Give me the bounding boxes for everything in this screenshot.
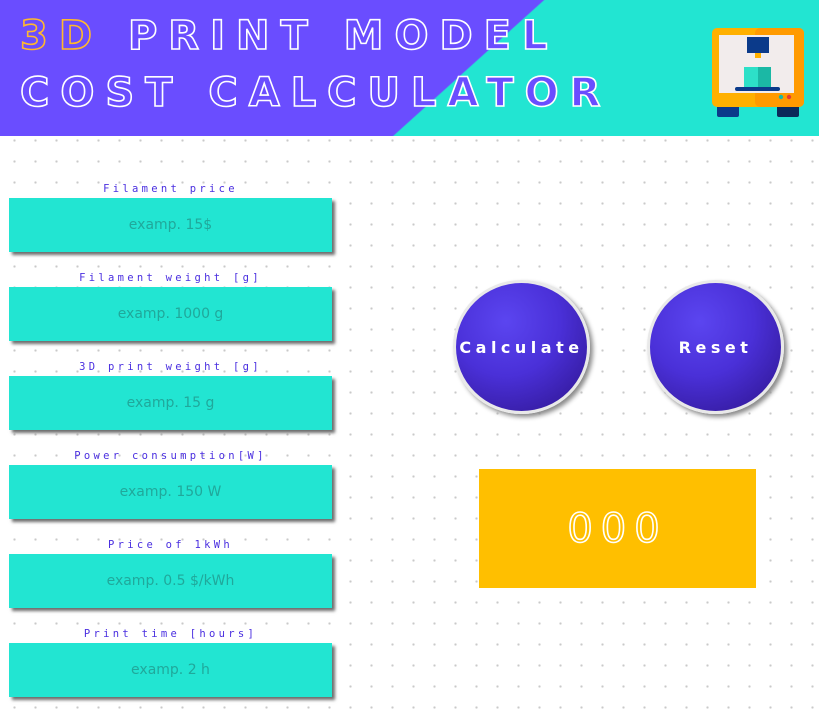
header-banner: 3D print model cost calculator: [0, 0, 819, 136]
result-panel: 000: [479, 469, 756, 588]
calculate-button[interactable]: Calculate: [453, 280, 590, 414]
filament-price-input[interactable]: [9, 198, 332, 252]
result-value: 000: [567, 505, 668, 553]
power-consumption-label: Power consumption[W]: [74, 450, 267, 462]
print-time-label: Print time [hours]: [83, 628, 258, 640]
filament-weight-input[interactable]: [9, 287, 332, 341]
filament-price-label: Filament price: [103, 183, 238, 195]
power-consumption-input[interactable]: [9, 465, 332, 519]
print-weight-label: 3D print weight [g]: [79, 361, 262, 373]
filament-weight-label: Filament weight [g]: [79, 272, 262, 284]
page-title-rest: print model cost calculator: [19, 12, 612, 117]
page-title-accent: 3D: [19, 12, 104, 60]
kwh-price-label: Price of 1kWh: [107, 539, 234, 551]
page-title: 3D print model cost calculator: [19, 8, 660, 122]
kwh-price-input[interactable]: [9, 554, 332, 608]
print-weight-input[interactable]: [9, 376, 332, 430]
reset-button[interactable]: Reset: [647, 280, 784, 414]
3d-printer-icon: [712, 28, 804, 117]
print-time-input[interactable]: [9, 643, 332, 697]
